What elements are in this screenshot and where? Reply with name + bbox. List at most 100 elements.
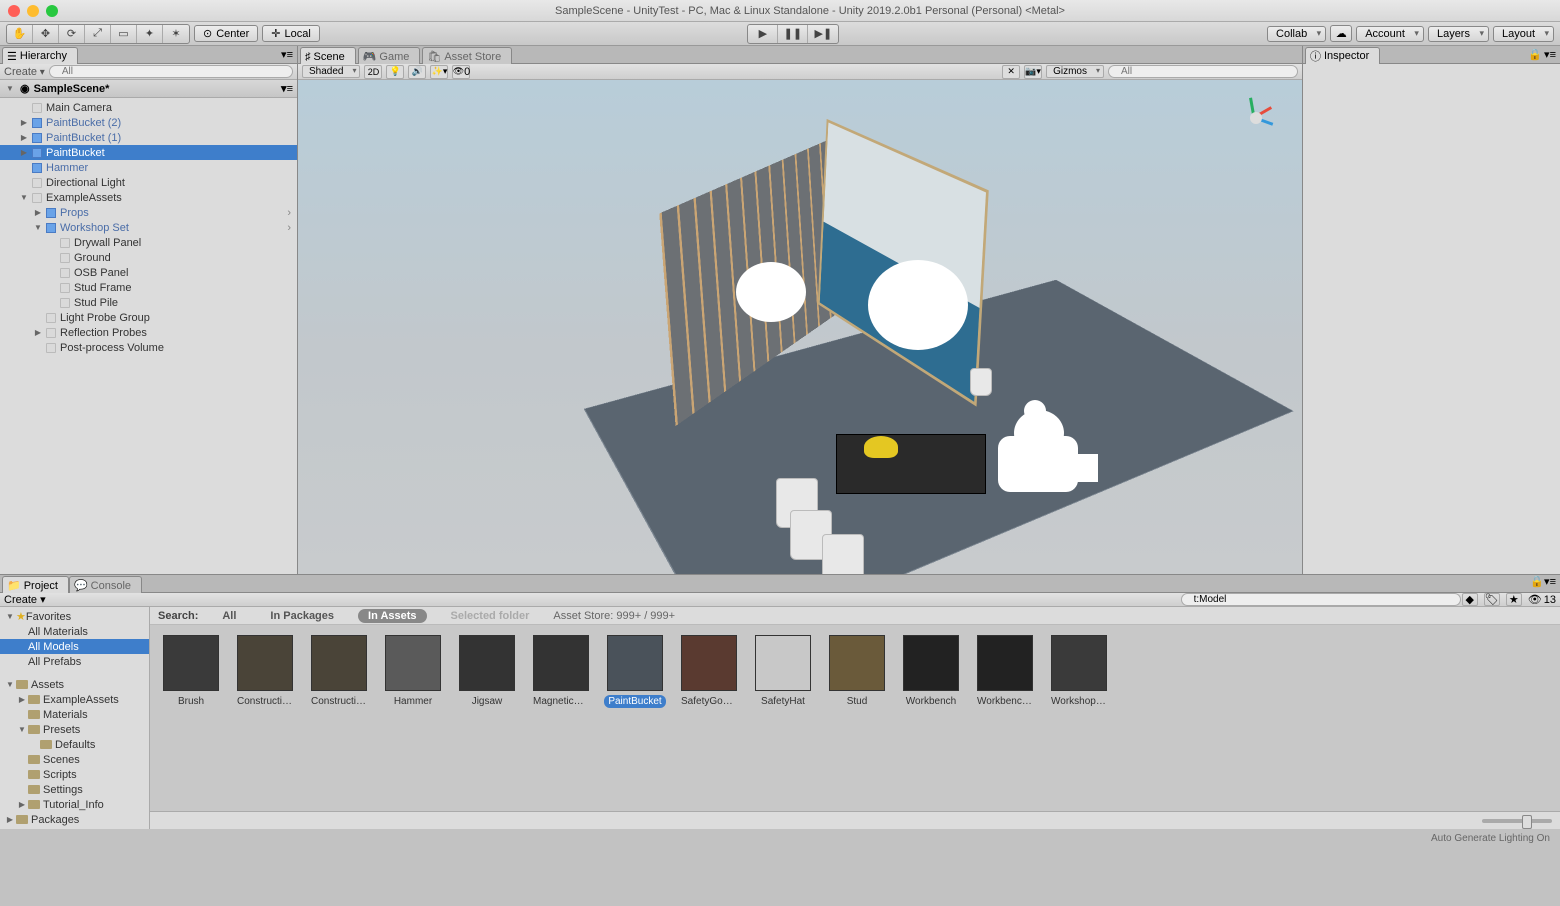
asset-item[interactable]: Stud <box>826 635 888 708</box>
hierarchy-search[interactable] <box>49 65 293 78</box>
hierarchy-item[interactable]: Hammer <box>0 160 297 175</box>
project-folder-row[interactable]: Materials <box>0 707 149 722</box>
filter-in-assets[interactable]: In Assets <box>358 609 427 623</box>
thumbnail-size-slider[interactable] <box>1482 819 1552 823</box>
space-local-toggle[interactable]: ✛ Local <box>262 25 320 42</box>
collab-dropdown[interactable]: Collab <box>1267 26 1326 42</box>
minimize-window-icon[interactable] <box>27 5 39 17</box>
tab-console[interactable]: 💬 Console <box>69 576 142 593</box>
play-button[interactable]: ▶ <box>748 25 778 43</box>
hierarchy-item[interactable]: ▼ExampleAssets <box>0 190 297 205</box>
project-folder-row[interactable]: ▼★Favorites <box>0 609 149 624</box>
tab-asset-store[interactable]: 🛍 Asset Store <box>422 47 512 64</box>
asset-item[interactable]: SafetyGoggles <box>678 635 740 708</box>
hierarchy-item[interactable]: Stud Pile <box>0 295 297 310</box>
hierarchy-item[interactable]: Ground <box>0 250 297 265</box>
project-folder-row[interactable]: ▶Tutorial_Info <box>0 797 149 812</box>
asset-item[interactable]: ConstructionL... <box>308 635 370 708</box>
project-folder-row[interactable]: Settings <box>0 782 149 797</box>
asset-item[interactable]: MagneticLevel <box>530 635 592 708</box>
tools-icon[interactable]: ✕ <box>1002 65 1020 79</box>
asset-item[interactable]: Jigsaw <box>456 635 518 708</box>
asset-item[interactable]: Workbench_L... <box>974 635 1036 708</box>
camera-icon[interactable]: 📷▾ <box>1024 65 1042 79</box>
audio-toggle[interactable]: 🔊 <box>408 65 426 79</box>
hierarchy-item[interactable]: Directional Light <box>0 175 297 190</box>
hierarchy-item[interactable]: Post-process Volume <box>0 340 297 355</box>
scene-search[interactable] <box>1108 65 1298 78</box>
project-folder-row[interactable]: All Models <box>0 639 149 654</box>
create-dropdown[interactable]: Create ▾ <box>4 66 45 78</box>
panel-menu-icon[interactable]: ▾≡ <box>1544 48 1556 61</box>
filter-label-icon[interactable]: 🏷 <box>1484 593 1500 606</box>
fx-toggle[interactable]: ✨▾ <box>430 65 448 79</box>
custom-tool[interactable]: ✶ <box>163 25 189 43</box>
asset-item[interactable]: Workbench <box>900 635 962 708</box>
project-folder-row[interactable]: ▼Assets <box>0 677 149 692</box>
tab-game[interactable]: 🎮 Game <box>358 47 421 64</box>
twod-toggle[interactable]: 2D <box>364 65 382 79</box>
scene-row[interactable]: ▼ ◉ SampleScene* ▾≡ <box>0 80 297 98</box>
scene-viewport[interactable] <box>298 80 1302 574</box>
project-folder-row[interactable]: Scripts <box>0 767 149 782</box>
asset-store-count[interactable]: Asset Store: 999+ / 999+ <box>553 610 675 622</box>
asset-item[interactable]: PaintBucket <box>604 635 666 708</box>
save-search-icon[interactable]: ★ <box>1506 593 1522 606</box>
transform-tool[interactable]: ✦ <box>137 25 163 43</box>
hierarchy-item[interactable]: OSB Panel <box>0 265 297 280</box>
filter-type-icon[interactable]: ◆ <box>1462 593 1478 606</box>
hierarchy-item[interactable]: ▶PaintBucket <box>0 145 297 160</box>
project-folder-row[interactable]: ▶ExampleAssets <box>0 692 149 707</box>
orientation-gizmo[interactable] <box>1226 88 1286 148</box>
pause-button[interactable]: ❚❚ <box>778 25 808 43</box>
hierarchy-item[interactable]: ▶Props› <box>0 205 297 220</box>
pivot-center-toggle[interactable]: ⊙ Center <box>194 25 258 42</box>
hierarchy-item[interactable]: Main Camera <box>0 100 297 115</box>
rect-tool[interactable]: ▭ <box>111 25 137 43</box>
filter-all[interactable]: All <box>212 609 246 623</box>
filter-in-packages[interactable]: In Packages <box>260 609 344 623</box>
project-folder-row[interactable]: ▶Packages <box>0 812 149 827</box>
rotate-tool[interactable]: ⟳ <box>59 25 85 43</box>
layout-dropdown[interactable]: Layout <box>1493 26 1554 42</box>
asset-item[interactable]: SafetyHat <box>752 635 814 708</box>
panel-menu-icon[interactable]: ▾≡ <box>281 48 293 61</box>
lighting-toggle[interactable]: 💡 <box>386 65 404 79</box>
hand-tool[interactable]: ✋ <box>7 25 33 43</box>
project-folder-row[interactable]: All Materials <box>0 624 149 639</box>
asset-item[interactable]: Hammer <box>382 635 444 708</box>
project-folder-row[interactable]: Defaults <box>0 737 149 752</box>
panel-menu-icon[interactable]: ▾≡ <box>1544 576 1556 588</box>
project-folder-row[interactable]: Scenes <box>0 752 149 767</box>
tab-scene[interactable]: ♯ Scene <box>300 47 356 64</box>
asset-item[interactable]: Brush <box>160 635 222 708</box>
gizmos-dropdown[interactable]: Gizmos <box>1046 65 1104 78</box>
hierarchy-item[interactable]: ▶PaintBucket (1) <box>0 130 297 145</box>
cloud-button[interactable]: ☁ <box>1330 25 1352 42</box>
hierarchy-item[interactable]: ▶PaintBucket (2) <box>0 115 297 130</box>
lighting-status[interactable]: Auto Generate Lighting On <box>1431 833 1550 844</box>
lock-icon[interactable]: 🔒 <box>1530 576 1544 588</box>
asset-item[interactable]: ConstructionL... <box>234 635 296 708</box>
hierarchy-item[interactable]: Stud Frame <box>0 280 297 295</box>
asset-item[interactable]: Workshop_Set <box>1048 635 1110 708</box>
tab-inspector[interactable]: ⓘ Inspector <box>1305 47 1380 64</box>
hidden-toggle[interactable]: 👁 0 <box>452 65 470 79</box>
tab-hierarchy[interactable]: ☰ Hierarchy <box>2 47 78 64</box>
scale-tool[interactable]: ⤢ <box>85 25 111 43</box>
project-create-dropdown[interactable]: Create ▾ <box>4 593 46 606</box>
project-folder-row[interactable]: ▼Presets <box>0 722 149 737</box>
hierarchy-item[interactable]: Drywall Panel <box>0 235 297 250</box>
lock-icon[interactable]: 🔒 <box>1528 48 1542 61</box>
layers-dropdown[interactable]: Layers <box>1428 26 1489 42</box>
account-dropdown[interactable]: Account <box>1356 26 1424 42</box>
project-folder-row[interactable]: All Prefabs <box>0 654 149 669</box>
hierarchy-item[interactable]: Light Probe Group <box>0 310 297 325</box>
shading-mode[interactable]: Shaded <box>302 65 360 78</box>
scene-menu-icon[interactable]: ▾≡ <box>281 82 293 95</box>
zoom-window-icon[interactable] <box>46 5 58 17</box>
hierarchy-item[interactable]: ▼Workshop Set› <box>0 220 297 235</box>
tab-project[interactable]: 📁 Project <box>2 576 69 593</box>
hierarchy-item[interactable]: ▶Reflection Probes <box>0 325 297 340</box>
step-button[interactable]: ▶❚ <box>808 25 838 43</box>
